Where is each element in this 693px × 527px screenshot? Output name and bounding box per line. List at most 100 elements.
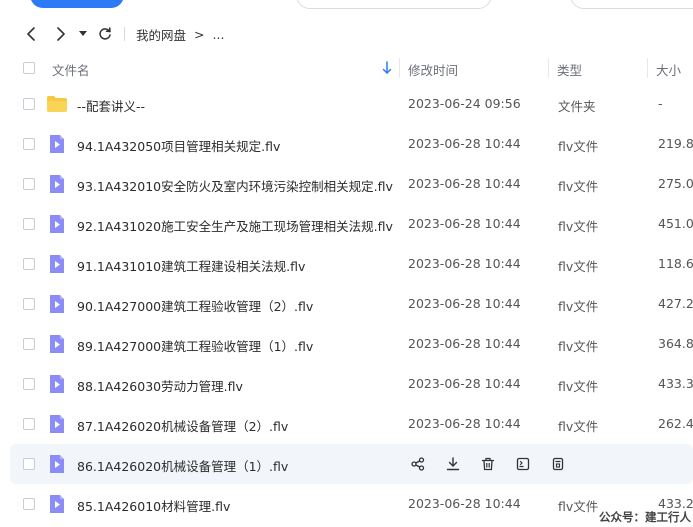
file-row-hovered[interactable]: 86.1A426020机械设备管理（1）.flv — [10, 444, 693, 484]
file-size: 219.8 — [658, 136, 693, 151]
video-file-icon — [50, 375, 64, 393]
download-icon — [446, 457, 460, 471]
file-row[interactable]: 87.1A426020机械设备管理（2）.flv 2023-06-28 10:4… — [10, 404, 693, 444]
file-row[interactable]: 85.1A426010材料管理.flv 2023-06-28 10:44 flv… — [10, 484, 693, 524]
file-name[interactable]: 85.1A426010材料管理.flv — [77, 496, 230, 515]
delete-button[interactable] — [478, 454, 498, 474]
file-type: flv文件 — [558, 339, 599, 354]
file-type: flv文件 — [558, 179, 599, 194]
column-header-modified-time[interactable]: 修改时间 — [408, 60, 458, 79]
column-separator[interactable] — [548, 58, 549, 78]
column-header-name[interactable]: 文件名 — [52, 60, 90, 79]
file-name[interactable]: 92.1A431020施工安全生产及施工现场管理相关法规.flv — [77, 216, 393, 235]
row-checkbox[interactable] — [23, 498, 35, 510]
modified-time: 2023-06-28 10:44 — [408, 496, 521, 511]
file-name[interactable]: 90.1A427000建筑工程验收管理（2）.flv — [77, 296, 313, 315]
primary-action-button[interactable] — [30, 0, 124, 8]
caret-down-icon — [79, 31, 87, 36]
video-file-icon — [50, 295, 64, 313]
rename-icon — [516, 457, 530, 471]
modified-time: 2023-06-28 10:44 — [408, 296, 521, 311]
row-checkbox[interactable] — [23, 98, 35, 110]
file-manager-window: 我的网盘 > ... 文件名 修改时间 类型 大小 --配套讲义-- 2023-… — [0, 0, 693, 527]
row-checkbox[interactable] — [23, 378, 35, 390]
more-button[interactable] — [548, 454, 568, 474]
sort-descending-icon[interactable] — [382, 61, 392, 75]
folder-row[interactable]: --配套讲义-- 2023-06-24 09:56 文件夹 - — [10, 84, 693, 124]
file-row[interactable]: 89.1A427000建筑工程验收管理（1）.flv 2023-06-28 10… — [10, 324, 693, 364]
more-icon — [552, 457, 564, 471]
breadcrumb: 我的网盘 > ... — [136, 25, 224, 44]
file-row[interactable]: 92.1A431020施工安全生产及施工现场管理相关法规.flv 2023-06… — [10, 204, 693, 244]
row-checkbox[interactable] — [23, 298, 35, 310]
file-type: flv文件 — [558, 299, 599, 314]
file-type: 文件夹 — [558, 99, 596, 114]
toolbar-control[interactable] — [570, 0, 693, 9]
breadcrumb-more[interactable]: ... — [213, 27, 225, 42]
file-size: 427.29 — [658, 296, 693, 311]
file-row[interactable]: 93.1A432010安全防火及室内环境污染控制相关规定.flv 2023-06… — [10, 164, 693, 204]
top-toolbar-remnant — [0, 0, 693, 10]
history-dropdown-button[interactable] — [76, 24, 90, 44]
file-size: - — [658, 96, 663, 111]
row-checkbox[interactable] — [23, 458, 35, 470]
video-file-icon — [50, 415, 64, 433]
row-checkbox[interactable] — [23, 258, 35, 270]
file-size: 451.07 — [658, 216, 693, 231]
back-button[interactable] — [21, 24, 41, 44]
file-type: flv文件 — [558, 419, 599, 434]
modified-time: 2023-06-28 10:44 — [408, 256, 521, 271]
download-button[interactable] — [443, 454, 463, 474]
search-box[interactable] — [296, 0, 492, 9]
watermark: 公众号：建工行人 — [597, 509, 693, 525]
row-checkbox[interactable] — [23, 418, 35, 430]
file-row[interactable]: 94.1A432050项目管理相关规定.flv 2023-06-28 10:44… — [10, 124, 693, 164]
row-checkbox[interactable] — [23, 178, 35, 190]
modified-time: 2023-06-28 10:44 — [408, 336, 521, 351]
rename-button[interactable] — [513, 454, 533, 474]
video-file-icon — [50, 455, 64, 473]
modified-time: 2023-06-28 10:44 — [408, 176, 521, 191]
table-header: 文件名 修改时间 类型 大小 — [10, 52, 693, 84]
select-all-checkbox[interactable] — [23, 62, 35, 74]
video-file-icon — [50, 215, 64, 233]
breadcrumb-root[interactable]: 我的网盘 — [136, 25, 186, 44]
refresh-button[interactable] — [95, 24, 115, 44]
file-name[interactable]: 91.1A431010建筑工程建设相关法规.flv — [77, 256, 305, 275]
row-checkbox[interactable] — [23, 338, 35, 350]
file-size: 118.61 — [658, 256, 693, 271]
file-type: flv文件 — [558, 259, 599, 274]
share-button[interactable] — [408, 454, 428, 474]
file-name[interactable]: --配套讲义-- — [77, 96, 145, 115]
video-file-icon — [50, 335, 64, 353]
share-icon — [411, 457, 425, 471]
file-size: 364.83 — [658, 336, 693, 351]
file-row[interactable]: 91.1A431010建筑工程建设相关法规.flv 2023-06-28 10:… — [10, 244, 693, 284]
file-row[interactable]: 90.1A427000建筑工程验收管理（2）.flv 2023-06-28 10… — [10, 284, 693, 324]
column-separator[interactable] — [399, 58, 400, 78]
column-header-type[interactable]: 类型 — [557, 60, 582, 79]
navigation-bar: 我的网盘 > ... — [0, 20, 693, 48]
file-name[interactable]: 89.1A427000建筑工程验收管理（1）.flv — [77, 336, 313, 355]
modified-time: 2023-06-28 10:44 — [408, 136, 521, 151]
nav-divider — [124, 27, 125, 41]
video-file-icon — [50, 135, 64, 153]
video-file-icon — [50, 175, 64, 193]
file-name[interactable]: 88.1A426030劳动力管理.flv — [77, 376, 243, 395]
modified-time: 2023-06-24 09:56 — [408, 96, 521, 111]
file-name[interactable]: 94.1A432050项目管理相关规定.flv — [77, 136, 280, 155]
file-size: 433.38 — [658, 376, 693, 391]
forward-button[interactable] — [51, 24, 71, 44]
file-size: 275.06 — [658, 176, 693, 191]
row-checkbox[interactable] — [23, 138, 35, 150]
file-size: 262.43 — [658, 416, 693, 431]
column-separator[interactable] — [647, 58, 648, 78]
file-row[interactable]: 88.1A426030劳动力管理.flv 2023-06-28 10:44 fl… — [10, 364, 693, 404]
file-name[interactable]: 86.1A426020机械设备管理（1）.flv — [77, 456, 288, 475]
file-type: flv文件 — [558, 499, 599, 514]
row-checkbox[interactable] — [23, 218, 35, 230]
column-header-size[interactable]: 大小 — [656, 60, 681, 79]
file-name[interactable]: 87.1A426020机械设备管理（2）.flv — [77, 416, 288, 435]
file-name[interactable]: 93.1A432010安全防火及室内环境污染控制相关规定.flv — [77, 176, 393, 195]
chevron-left-icon — [27, 27, 35, 41]
